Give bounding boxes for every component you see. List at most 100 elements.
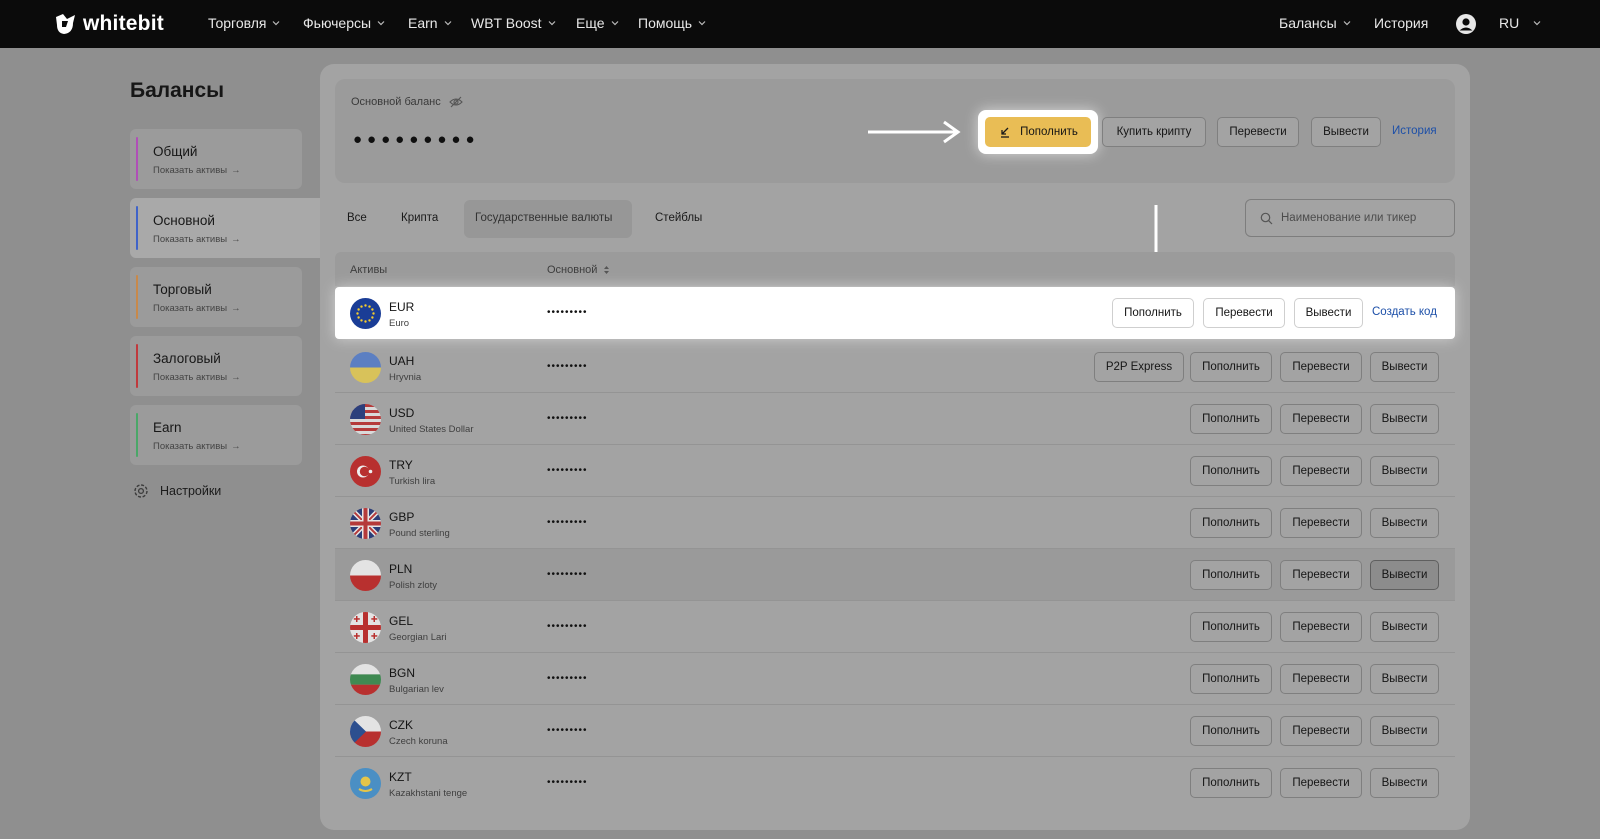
deposit-button[interactable]: Пополнить — [1190, 768, 1272, 798]
table-row: BGN Bulgarian lev ••••••••• Пополнить Пе… — [335, 653, 1455, 705]
withdraw-button[interactable]: Вывести — [1370, 768, 1439, 798]
asset-name: Kazakhstani tenge — [389, 788, 468, 799]
sidebar-item-main[interactable]: Основной Показать активы → — [130, 198, 320, 258]
download-icon — [1001, 127, 1010, 138]
transfer-button[interactable]: Перевести — [1203, 298, 1285, 328]
transfer-button[interactable]: Перевести — [1280, 404, 1362, 434]
settings-link[interactable]: Настройки — [132, 482, 221, 500]
nav-earn[interactable]: Earn — [408, 15, 452, 31]
withdraw-button[interactable]: Вывести — [1370, 612, 1439, 642]
transfer-button[interactable]: Перевести — [1280, 664, 1362, 694]
arrow-right-icon: → — [231, 303, 241, 314]
asset-name: Czech koruna — [389, 736, 448, 747]
tab-all[interactable]: Все — [347, 212, 367, 224]
whitebit-logo[interactable]: whitebit — [53, 10, 164, 38]
withdraw-button[interactable]: Вывести — [1311, 117, 1381, 147]
table-header: Активы Основной — [335, 252, 1455, 286]
buy-crypto-button[interactable]: Купить крипту — [1102, 117, 1206, 147]
show-assets-label: Показать активы — [153, 234, 228, 245]
nav-futures-label: Фьючерсы — [303, 15, 372, 31]
transfer-button[interactable]: Перевести — [1280, 352, 1362, 382]
sidebar-item-earn[interactable]: Earn Показать активы → — [130, 405, 302, 465]
tab-stablecoins[interactable]: Стейблы — [655, 212, 702, 224]
sidebar-item-collateral[interactable]: Залоговый Показать активы → — [130, 336, 302, 396]
withdraw-button[interactable]: Вывести — [1370, 352, 1439, 382]
deposit-button[interactable]: Пополнить — [1190, 508, 1272, 538]
show-assets-link[interactable]: Показать активы → — [153, 441, 241, 452]
header-main-sortable[interactable]: Основной — [547, 264, 610, 276]
create-code-link[interactable]: Создать код — [1372, 306, 1437, 318]
asset-ticker: BGN — [389, 666, 416, 680]
withdraw-button[interactable]: Вывести — [1370, 560, 1439, 590]
sidebar-item-label: Торговый — [153, 282, 212, 297]
show-assets-label: Показать активы — [153, 165, 228, 176]
transfer-button[interactable]: Перевести — [1280, 768, 1362, 798]
deposit-button[interactable]: Пополнить — [1190, 404, 1272, 434]
table-row: PLN Polish zloty ••••••••• Пополнить Пер… — [335, 549, 1455, 601]
search-placeholder: Наименование или тикер — [1281, 212, 1417, 224]
deposit-button[interactable]: Пополнить — [1190, 352, 1272, 382]
deposit-button[interactable]: Пополнить — [1190, 664, 1272, 694]
balance-masked: ••••••••• — [547, 465, 588, 476]
withdraw-button[interactable]: Вывести — [1370, 664, 1439, 694]
us-flag-icon — [350, 404, 381, 435]
withdraw-button[interactable]: Вывести — [1370, 508, 1439, 538]
withdraw-button[interactable]: Вывести — [1370, 404, 1439, 434]
eye-hidden-icon[interactable] — [448, 96, 463, 108]
transfer-button[interactable]: Перевести — [1280, 716, 1362, 746]
deposit-button[interactable]: Пополнить — [985, 117, 1091, 147]
tab-crypto[interactable]: Крипта — [401, 212, 438, 224]
nav-more[interactable]: Еще — [576, 15, 619, 31]
sidebar-color-bar — [136, 344, 138, 388]
withdraw-button[interactable]: Вывести — [1370, 716, 1439, 746]
transfer-button[interactable]: Перевести — [1280, 560, 1362, 590]
asset-name: Turkish lira — [389, 476, 436, 487]
nav-balances[interactable]: Балансы — [1279, 15, 1351, 31]
cz-flag-icon — [350, 716, 381, 747]
show-assets-link[interactable]: Показать активы → — [153, 372, 241, 383]
deposit-button[interactable]: Пополнить — [1190, 560, 1272, 590]
history-link[interactable]: История — [1392, 125, 1437, 137]
show-assets-link[interactable]: Показать активы → — [153, 165, 241, 176]
transfer-button[interactable]: Перевести — [1280, 508, 1362, 538]
top-navigation-bar: whitebit Торговля Фьючерсы Earn WBT Boos… — [0, 0, 1600, 48]
nav-help[interactable]: Помощь — [638, 15, 706, 31]
language-selector[interactable]: RU — [1499, 15, 1541, 31]
asset-name: United States Dollar — [389, 424, 474, 435]
deposit-button[interactable]: Пополнить — [1190, 456, 1272, 486]
sidebar-item-general[interactable]: Общий Показать активы → — [130, 129, 302, 189]
gear-icon — [134, 484, 148, 498]
nav-trading-label: Торговля — [208, 15, 267, 31]
transfer-button[interactable]: Перевести — [1280, 612, 1362, 642]
nav-futures[interactable]: Фьючерсы — [303, 15, 385, 31]
table-row: USD United States Dollar ••••••••• Попол… — [335, 393, 1455, 445]
deposit-button[interactable]: Пополнить — [1190, 716, 1272, 746]
search-input[interactable]: Наименование или тикер — [1245, 199, 1455, 237]
p2p-express-button[interactable]: P2P Express — [1094, 352, 1184, 382]
sort-icon — [604, 266, 610, 274]
nav-history[interactable]: История — [1374, 15, 1428, 31]
withdraw-button[interactable]: Вывести — [1370, 456, 1439, 486]
asset-name: Bulgarian lev — [389, 684, 444, 695]
show-assets-link[interactable]: Показать активы → — [153, 234, 241, 245]
whitebit-logo-icon — [56, 14, 75, 34]
deposit-button[interactable]: Пополнить — [1112, 298, 1194, 328]
tab-fiat[interactable]: Государственные валюты — [475, 212, 612, 224]
withdraw-button[interactable]: Вывести — [1294, 298, 1363, 328]
sidebar-item-trading[interactable]: Торговый Показать активы → — [130, 267, 302, 327]
sidebar-color-bar — [136, 413, 138, 457]
transfer-button[interactable]: Перевести — [1217, 117, 1299, 147]
deposit-button[interactable]: Пополнить — [1190, 612, 1272, 642]
show-assets-link[interactable]: Показать активы → — [153, 303, 241, 314]
page-title: Балансы — [130, 79, 225, 102]
nav-wbt-boost[interactable]: WBT Boost — [471, 15, 556, 31]
user-avatar-icon[interactable] — [1455, 13, 1477, 35]
logo-text: whitebit — [83, 12, 164, 35]
nav-trading[interactable]: Торговля — [208, 15, 280, 31]
language-label: RU — [1499, 15, 1520, 31]
balance-masked: ••••••••• — [547, 517, 588, 528]
transfer-button[interactable]: Перевести — [1280, 456, 1362, 486]
balance-masked: ••••••••• — [547, 413, 588, 424]
settings-label: Настройки — [160, 484, 222, 498]
gb-flag-icon — [350, 508, 381, 539]
